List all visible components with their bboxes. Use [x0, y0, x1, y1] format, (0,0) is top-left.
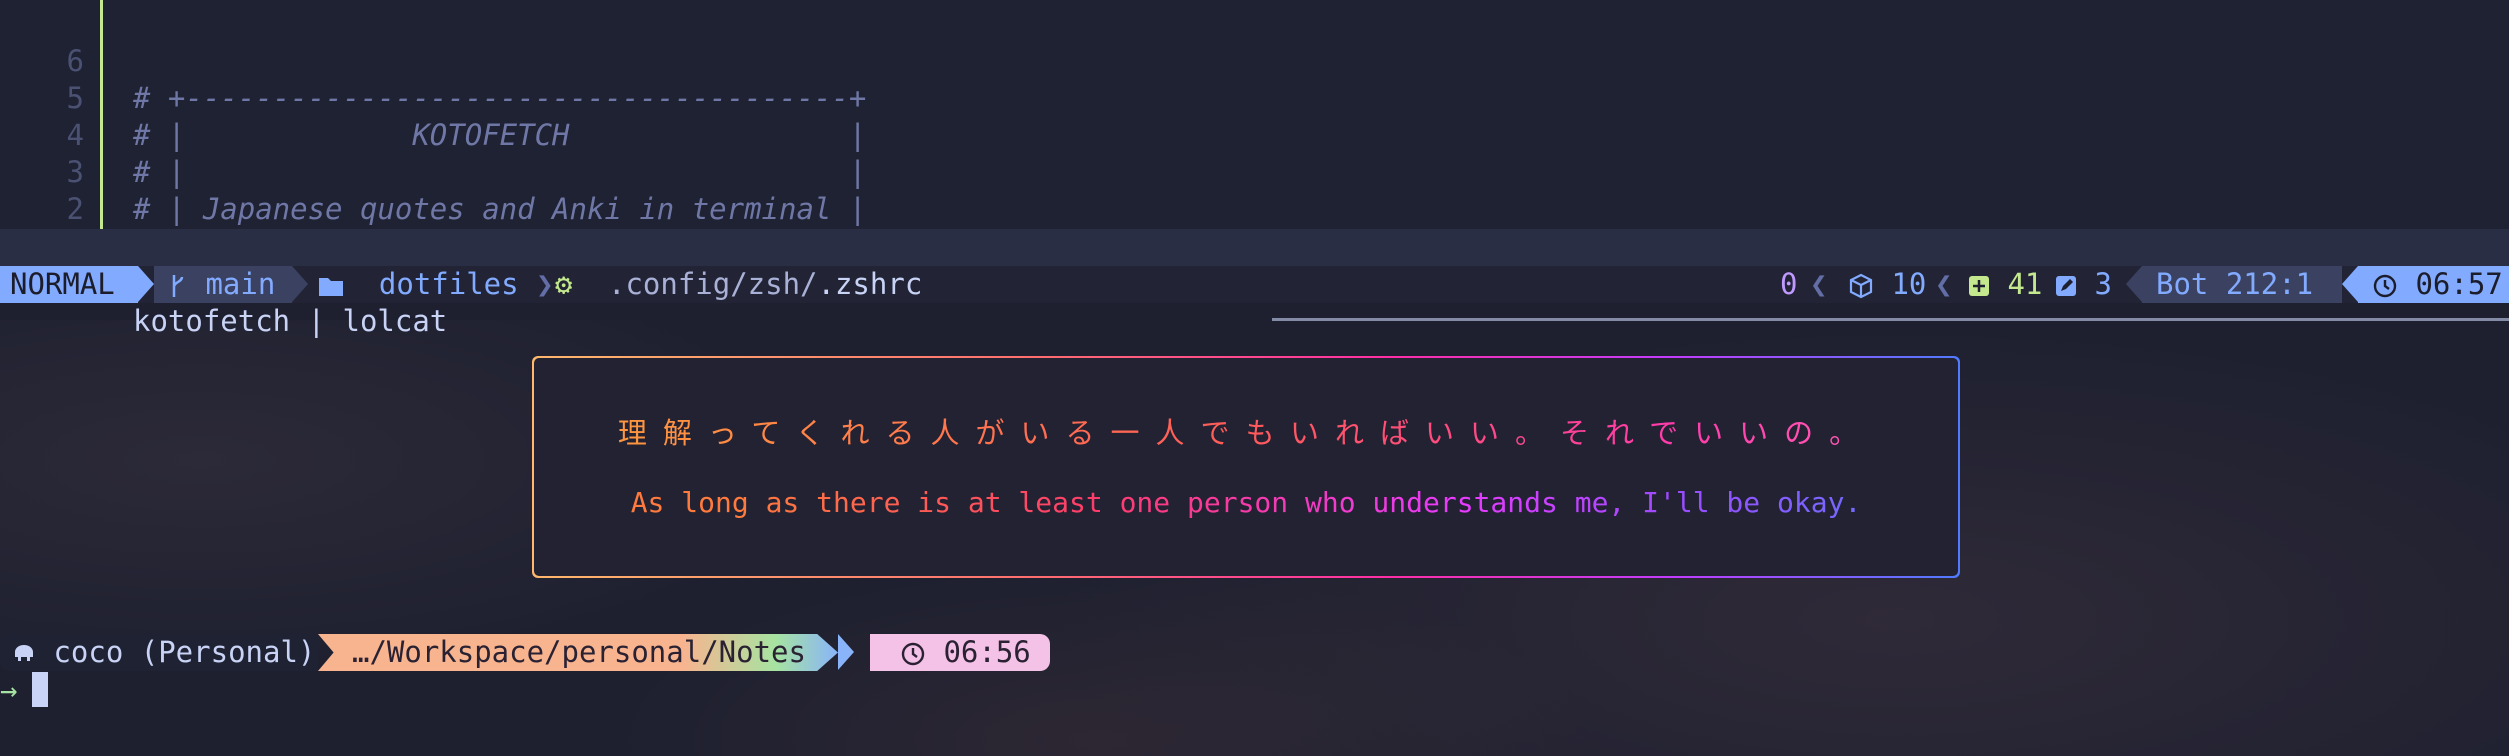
cursor-position: Bot 212:1	[2142, 266, 2342, 303]
git-branch-label: main	[205, 267, 276, 301]
code-line[interactable]: 3 # | Japanese quotes and Anki in termin…	[0, 117, 2509, 226]
prompt-symbol: →	[0, 673, 18, 707]
lsp-status: 10	[1848, 266, 1926, 303]
diagnostics-count: 0	[1780, 267, 1798, 301]
added-count: 41	[2007, 267, 2043, 301]
code-line[interactable]: 1	[0, 191, 2509, 263]
editor-pane[interactable]: 6 # +-----------------------------------…	[0, 0, 2509, 338]
english-translation: As long as there is at least one person …	[534, 486, 1958, 519]
mode-indicator: NORMAL	[0, 266, 138, 303]
code-line[interactable]: 5 # | KOTOFETCH |	[0, 43, 2509, 152]
prompt-time-label: 06:56	[943, 635, 1031, 669]
powerline-separator	[138, 266, 154, 302]
text-cursor	[32, 672, 48, 707]
git-modified: 3	[2055, 266, 2112, 303]
code-line[interactable]: 2 # +-----------------------------------…	[0, 154, 2509, 263]
powerline-separator	[2342, 266, 2358, 302]
powerline-separator	[2126, 266, 2142, 302]
cube-icon	[1849, 273, 1873, 299]
gear-icon: ⚙	[555, 267, 573, 301]
file-path[interactable]: .config/zsh/.zshrc	[608, 266, 922, 303]
git-added: 41	[1968, 266, 2042, 303]
folder-icon	[319, 278, 343, 296]
clock-icon	[2373, 274, 2397, 298]
directory[interactable]: dotfiles ❯	[318, 266, 554, 303]
separator-chevron: ❮	[1810, 267, 1828, 301]
directory-label: dotfiles	[378, 267, 519, 301]
powerline-separator	[292, 266, 308, 302]
prompt-time: 06:56	[870, 634, 1050, 671]
plus-square-icon	[1969, 276, 1989, 296]
file-name: .zshrc	[817, 267, 923, 301]
kotofetch-box: 理解ってくれる人がいる一人でもいればいい。それでいいの。 As long as …	[532, 356, 1960, 578]
edit-square-icon	[2056, 276, 2076, 296]
japanese-quote: 理解ってくれる人がいる一人でもいればいい。それでいいの。	[534, 410, 1958, 452]
prompt-user-label: coco (Personal)	[53, 635, 316, 669]
statusline: NORMAL main dotfiles ❯ ⚙ .config/zsh/.zs…	[0, 266, 2509, 303]
prompt-user: coco (Personal)	[0, 634, 318, 671]
shell-prompt: coco (Personal) …/Workspace/personal/Not…	[0, 634, 1060, 671]
code-line[interactable]: 6 # +-----------------------------------…	[0, 6, 2509, 115]
file-dir: .config/zsh/	[608, 267, 818, 301]
code-text: kotofetch | lolcat	[133, 304, 448, 338]
lsp-count: 10	[1891, 267, 1927, 301]
elephant-icon	[15, 645, 33, 661]
git-branch[interactable]: main	[154, 266, 292, 303]
current-line[interactable]: 212 kotofetch | lolcat	[0, 229, 2509, 338]
prompt-path: …/Workspace/personal/Notes	[318, 634, 838, 671]
clock-icon	[901, 642, 925, 666]
pane-divider	[1272, 318, 2509, 321]
code-line[interactable]: 4 # | |	[0, 80, 2509, 189]
clock: 06:57	[2358, 266, 2509, 303]
clock-time: 06:57	[2415, 267, 2503, 301]
modified-count: 3	[2094, 267, 2112, 301]
separator-chevron: ❮	[1935, 267, 1953, 301]
git-branch-icon	[172, 275, 184, 297]
powerline-separator	[838, 634, 854, 670]
